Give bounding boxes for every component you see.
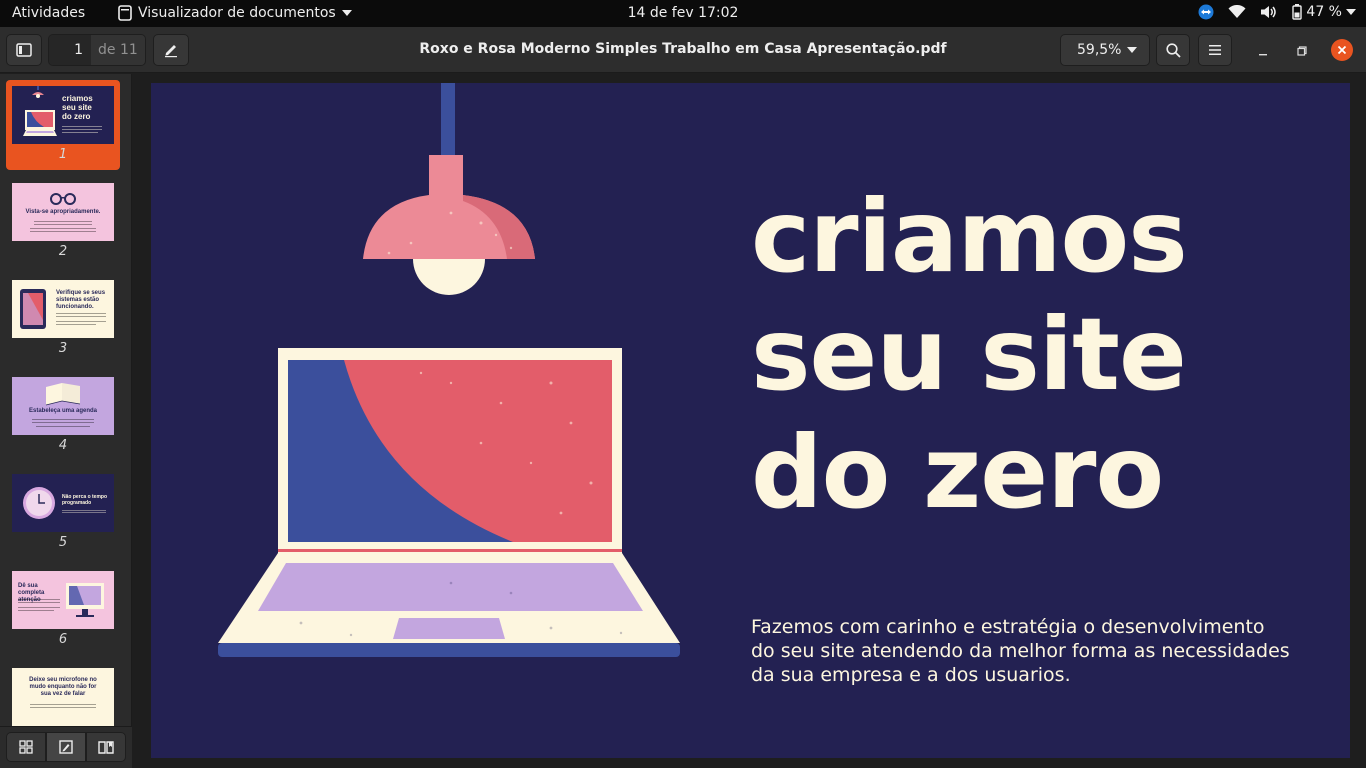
page-number-entry[interactable]: 1 de 11 — [48, 34, 146, 66]
battery-indicator[interactable]: 47 % — [1292, 4, 1356, 20]
document-app-icon — [118, 5, 132, 21]
maximize-button[interactable] — [1291, 40, 1313, 62]
thumbnails-icon — [19, 740, 33, 754]
total-pages-label: de 11 — [91, 35, 145, 65]
current-page-input[interactable]: 1 — [49, 35, 91, 65]
thumbnails-view-button[interactable] — [6, 732, 46, 762]
search-button[interactable] — [1156, 34, 1190, 66]
thumbnail-page-number: 3 — [58, 341, 68, 356]
minimize-button[interactable] — [1252, 40, 1274, 62]
thumbnail-page-number: 2 — [58, 244, 68, 259]
bookmarks-icon — [98, 741, 114, 754]
slide-body-text: Fazemos com carinho e estratégia o desen… — [751, 616, 1290, 686]
system-tray[interactable]: 47 % — [1198, 4, 1356, 20]
thumbnail-image: Deixe seu microfone no mudo enquanto não… — [12, 668, 114, 726]
document-title: Roxo e Rosa Moderno Simples Trabalho em … — [419, 41, 947, 57]
header-bar: 1 de 11 Roxo e Rosa Moderno Simples Trab… — [0, 27, 1366, 73]
activities-button[interactable]: Atividades — [12, 5, 85, 21]
thumbnail-image: Estabeleça uma agenda — [12, 377, 114, 435]
menu-icon — [1209, 45, 1221, 55]
sidebar-toggle-icon — [16, 43, 32, 57]
page-thumbnail-1[interactable]: criamos seu site do zero 1 — [6, 80, 120, 170]
chevron-down-icon — [1127, 47, 1137, 53]
bookmarks-view-button[interactable] — [86, 732, 126, 762]
slide-title-line: do zero — [751, 414, 1164, 531]
thumbnail-image: Não perca o tempo programado — [12, 474, 114, 532]
thumbnail-image: Verifique se seus sistemas estão funcion… — [12, 280, 114, 338]
app-name: Visualizador de documentos — [138, 5, 336, 21]
zoom-level: 59,5% — [1077, 42, 1122, 58]
close-icon — [1337, 45, 1347, 55]
thumbnail-image: criamos seu site do zero — [12, 86, 114, 144]
thumbnail-page-number: 4 — [58, 438, 68, 453]
annotations-icon — [59, 740, 73, 754]
close-button[interactable] — [1331, 39, 1353, 61]
annotations-view-button[interactable] — [46, 732, 86, 762]
annotate-icon — [165, 45, 177, 58]
thumbnail-sidebar: criamos seu site do zero 1 Vista-se apropr… — [0, 74, 132, 768]
teamviewer-icon[interactable] — [1198, 4, 1214, 20]
page-thumbnail-6[interactable]: Dê sua completa atenção 6 — [6, 565, 120, 655]
app-menu[interactable]: Visualizador de documentos — [118, 5, 352, 21]
clock[interactable]: 14 de fev 17:02 — [628, 5, 739, 21]
slide-title-line: seu site — [751, 296, 1187, 413]
pdf-page: criamos seu site do zero Fazemos com car… — [151, 83, 1350, 758]
lamp-laptop-illustration — [218, 83, 680, 657]
slide-title: criamos seu site do zero — [751, 178, 1311, 532]
annotate-button[interactable] — [153, 34, 189, 66]
document-view[interactable]: criamos seu site do zero Fazemos com car… — [133, 74, 1366, 768]
thumbnail-page-number: 5 — [58, 535, 68, 550]
battery-icon — [1292, 4, 1303, 20]
sidebar-toggle-button[interactable] — [6, 34, 42, 66]
main-menu-button[interactable] — [1198, 34, 1232, 66]
chevron-down-icon — [1346, 9, 1356, 15]
thumbnail-page-number: 6 — [58, 632, 68, 647]
chevron-down-icon — [341, 10, 352, 16]
page-thumbnail-3[interactable]: Verifique se seus sistemas estão funcion… — [6, 274, 120, 364]
slide-title-line: criamos — [751, 178, 1188, 295]
thumbnail-page-number: 1 — [58, 147, 68, 162]
battery-percentage: 47 % — [1306, 4, 1342, 20]
thumbnail-image: Vista-se apropriadamente. — [12, 183, 114, 241]
top-bar: Atividades Visualizador de documentos 14… — [0, 0, 1366, 27]
maximize-icon — [1297, 46, 1307, 56]
page-thumbnail-4[interactable]: Estabeleça uma agenda 4 — [6, 371, 120, 461]
zoom-selector[interactable]: 59,5% — [1060, 34, 1150, 66]
search-icon — [1165, 42, 1181, 58]
sidebar-view-switcher — [0, 726, 132, 768]
page-thumbnail-2[interactable]: Vista-se apropriadamente. 2 — [6, 177, 120, 267]
page-thumbnail-5[interactable]: Não perca o tempo programado 5 — [6, 468, 120, 558]
volume-icon[interactable] — [1260, 5, 1278, 19]
minimize-icon — [1259, 54, 1267, 56]
thumbnail-image: Dê sua completa atenção — [12, 571, 114, 629]
wifi-icon[interactable] — [1228, 5, 1246, 19]
